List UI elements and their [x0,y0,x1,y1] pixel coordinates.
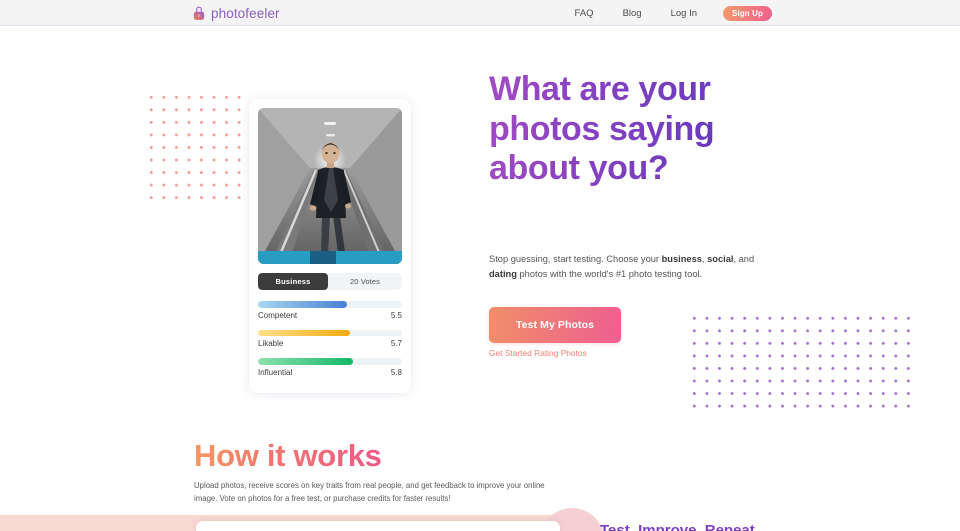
trait-bar-track [258,301,402,308]
trait-bar-fill [258,329,351,336]
subtitle-part-3: , and [733,254,755,264]
hero-section: Business 20 Votes Competent 5.5 Likable … [0,26,960,416]
trait-score-list: Competent 5.5 Likable 5.7 Influential 5.… [258,301,402,377]
score-card-tabs: Business 20 Votes [258,273,402,290]
how-it-works-description: Upload photos, receive scores on key tra… [194,481,545,503]
trait-likable: Likable 5.7 [258,329,402,348]
trait-label: Influential [258,367,293,377]
hero-subtitle: Stop guessing, start testing. Choose you… [489,252,757,282]
main-nav: FAQ Blog Log In Sign Up [575,0,960,26]
subtitle-part-1: Stop guessing, start testing. Choose you… [489,254,662,264]
subtitle-bold-business: business [661,254,702,264]
trait-bar-fill [258,301,348,308]
trait-label: Likable [258,339,284,348]
trait-label: Competent [258,310,298,320]
brand-name: photofeeler [211,5,280,21]
nav-item-faq[interactable]: FAQ [575,8,594,19]
decorative-dot-grid-coral [144,90,245,204]
escalator-photo-illustration [258,108,402,264]
trait-bar-fill [258,358,354,365]
subtitle-part-4: photos with the world's #1 photo testing… [516,269,703,279]
site-header: photofeeler FAQ Blog Log In Sign Up [0,0,960,26]
brand-logo[interactable]: photofeeler [192,0,280,26]
trait-value: 5.7 [390,339,402,348]
bottom-section-heading: Test. Improve. Repeat. [600,522,759,531]
trait-value: 5.5 [390,310,402,320]
page-title: What are your photos saying about you? [489,70,779,189]
handbag-logo-icon [193,6,205,20]
nav-item-login[interactable]: Log In [671,8,697,19]
subtitle-bold-social: social [707,254,734,264]
vote-count-label: 20 Votes [350,277,380,286]
trait-competent: Competent 5.5 [258,301,402,320]
landing-page: photofeeler FAQ Blog Log In Sign Up Busi… [0,0,960,531]
test-my-photos-button[interactable]: Test My Photos [489,307,621,343]
sample-photo [258,108,402,264]
bottom-content-panel [196,521,560,531]
photo-score-card: Business 20 Votes Competent 5.5 Likable … [249,99,411,393]
tab-business[interactable]: Business [258,273,328,290]
how-it-works-title: How it works [194,438,382,473]
nav-item-blog[interactable]: Blog [623,8,642,19]
trait-bar-track [258,358,402,365]
get-started-rating-link[interactable]: Get Started Rating Photos [489,348,587,358]
trait-influential: Influential 5.8 [258,358,402,377]
trait-bar-track [258,329,402,336]
subtitle-bold-dating: dating [489,269,517,279]
decorative-dot-grid-purple [687,311,913,411]
trait-value: 5.8 [390,367,402,377]
signup-button[interactable]: Sign Up [723,5,772,21]
